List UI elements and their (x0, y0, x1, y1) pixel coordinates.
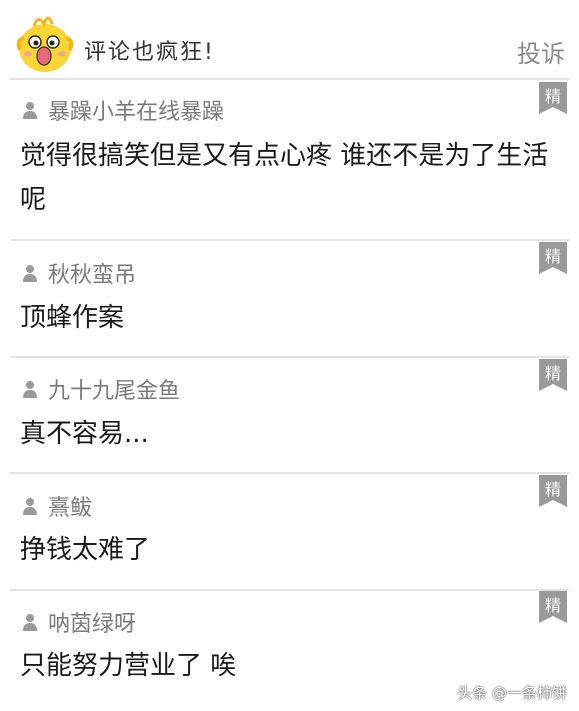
user-icon (23, 102, 37, 119)
report-button[interactable]: 投诉 (517, 34, 565, 69)
divider (10, 78, 569, 80)
user-icon (23, 265, 37, 282)
comment-username[interactable]: 呐茵绿呀 (48, 606, 136, 638)
divider (10, 589, 569, 591)
featured-badge: 精 (539, 242, 567, 274)
comment-username[interactable]: 秋秋蛮吊 (48, 257, 136, 289)
comment-user-row: 秋秋蛮吊 (22, 257, 136, 289)
comment-text: 觉得很搞笑但是又有点心疼 谁还不是为了生活呢 (20, 141, 549, 215)
divider (10, 356, 569, 358)
user-icon (23, 381, 37, 398)
featured-badge: 精 (539, 475, 567, 507)
watermark: 头条 @一条柿饼 (457, 684, 567, 702)
badge-label: 精 (545, 364, 561, 383)
comments-header: 评论也疯狂! 投诉 (0, 0, 579, 80)
comment-user-row: 熹鲅 (22, 490, 92, 522)
featured-badge: 精 (539, 591, 567, 623)
mascot-chick-icon (16, 16, 74, 72)
divider (10, 239, 569, 241)
comment-user-row: 呐茵绿呀 (22, 606, 136, 638)
badge-label: 精 (545, 480, 561, 499)
comment-username[interactable]: 暴躁小羊在线暴躁 (48, 94, 224, 126)
badge-label: 精 (545, 87, 561, 106)
featured-badge: 精 (539, 82, 567, 114)
comment-text: 真不容易... (20, 419, 149, 449)
comment-text: 顶蜂作案 (20, 303, 125, 333)
divider (10, 472, 569, 474)
featured-badge: 精 (539, 359, 567, 391)
user-icon (23, 498, 37, 515)
badge-label: 精 (545, 247, 561, 266)
comment-username[interactable]: 九十九尾金鱼 (48, 373, 180, 405)
comment-username[interactable]: 熹鲅 (48, 490, 92, 522)
page-title: 评论也疯狂! (84, 40, 215, 65)
comment-text: 挣钱太难了 (20, 535, 151, 565)
comment-user-row: 九十九尾金鱼 (22, 373, 180, 405)
comment-user-row: 暴躁小羊在线暴躁 (22, 94, 224, 126)
user-icon (23, 614, 37, 631)
badge-label: 精 (545, 596, 561, 615)
